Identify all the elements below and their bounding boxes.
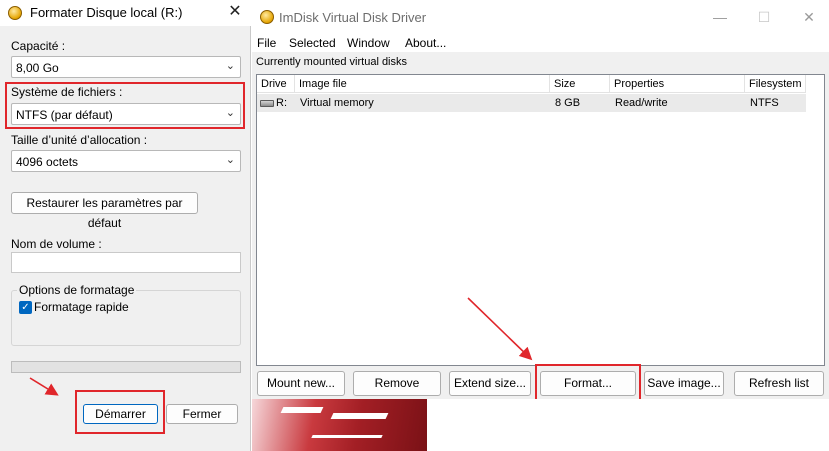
arrow-to-format-icon (467, 297, 533, 361)
arrow-to-start-icon (29, 377, 59, 396)
annotation-arrows (29, 297, 533, 396)
